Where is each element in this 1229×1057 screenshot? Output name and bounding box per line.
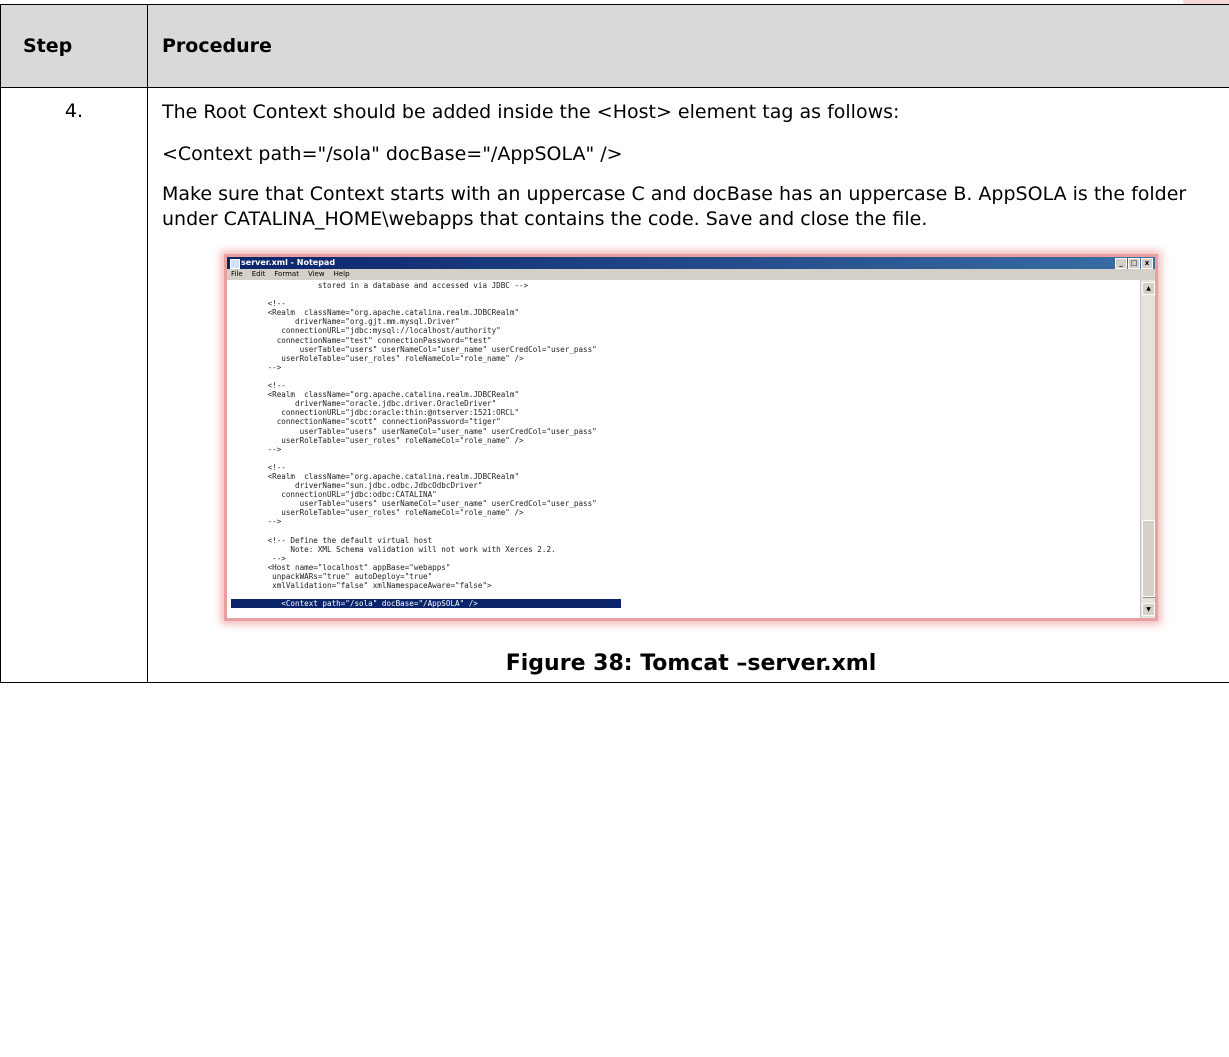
minimize-icon: _ bbox=[1115, 258, 1127, 269]
header-step: Step bbox=[0, 4, 148, 88]
window-controls: _ □ x bbox=[1115, 258, 1153, 269]
code-line: userRoleTable="user_roles" roleNameCol="… bbox=[231, 508, 524, 518]
menu-view: View bbox=[307, 270, 325, 278]
code-line: connectionName="scott" connectionPasswor… bbox=[231, 417, 501, 427]
procedure-note: Make sure that Context starts with an up… bbox=[162, 183, 1187, 230]
code-line: <!-- bbox=[231, 462, 286, 472]
menu-edit: Edit bbox=[251, 270, 266, 278]
code-line: stored in a database and accessed via JD… bbox=[231, 281, 529, 290]
figure: server.xml - Notepad _ □ x File Edit For… bbox=[224, 254, 1158, 676]
code-line: connectionURL="jdbc:mysql://localhost/au… bbox=[231, 326, 501, 336]
code-line: userTable="users" userNameCol="user_name… bbox=[231, 344, 597, 354]
code-line: driverName="org.gjt.mm.mysql.Driver" bbox=[231, 317, 460, 327]
scroll-down-arrow-icon: ▼ bbox=[1142, 603, 1155, 616]
code-line: <!-- bbox=[231, 299, 286, 309]
notepad-title: server.xml - Notepad bbox=[241, 258, 336, 267]
code-line: connectionURL="jdbc:odbc:CATALINA" bbox=[231, 490, 437, 500]
code-line: userRoleTable="user_roles" roleNameCol="… bbox=[231, 353, 524, 363]
menu-file: File bbox=[231, 270, 243, 278]
code-line: --> bbox=[231, 517, 282, 527]
code-line: userTable="users" userNameCol="user_name… bbox=[231, 499, 597, 509]
close-icon: x bbox=[1141, 258, 1153, 269]
notepad-titlebar: server.xml - Notepad _ □ x bbox=[227, 257, 1155, 269]
code-line: <Realm className="org.apache.catalina.re… bbox=[231, 471, 520, 481]
code-line: xmlValidation="false" xmlNamespaceAware=… bbox=[231, 581, 492, 591]
code-line: userTable="users" userNameCol="user_name… bbox=[231, 426, 597, 436]
code-line: <Host name="localhost" appBase="webapps" bbox=[231, 562, 451, 572]
procedure-table: Step Procedure 4. The Root Context shoul… bbox=[0, 4, 1229, 683]
scroll-thumb bbox=[1142, 520, 1155, 597]
code-line: driverName="oracle.jdbc.driver.OracleDri… bbox=[231, 399, 497, 409]
notepad-screenshot: server.xml - Notepad _ □ x File Edit For… bbox=[224, 254, 1158, 621]
code-line: connectionURL="jdbc:oracle:thin:@ntserve… bbox=[231, 408, 520, 418]
procedure-intro: The Root Context should be added inside … bbox=[162, 101, 900, 123]
code-line: connectionName="test" connectionPassword… bbox=[231, 335, 492, 345]
code-line: driverName="sun.jdbc.odbc.JdbcOdbcDriver… bbox=[231, 481, 483, 491]
code-line: <Realm className="org.apache.catalina.re… bbox=[231, 308, 520, 318]
code-line: <!-- Define the default virtual host bbox=[231, 535, 433, 545]
header-procedure: Procedure bbox=[147, 4, 1229, 88]
code-line: --> bbox=[231, 553, 286, 563]
step-number: 4. bbox=[0, 87, 148, 683]
code-line: <Realm className="org.apache.catalina.re… bbox=[231, 390, 520, 400]
scroll-up-arrow-icon: ▲ bbox=[1142, 282, 1155, 295]
notepad-editor: stored in a database and accessed via JD… bbox=[227, 280, 1141, 618]
figure-caption: Figure 38: Tomcat –server.xml bbox=[505, 651, 877, 676]
menu-format: Format bbox=[274, 270, 299, 278]
vertical-scrollbar: ▲ ▼ bbox=[1140, 280, 1155, 618]
context-code: <Context path="/sola" docBase="/AppSOLA"… bbox=[162, 143, 623, 165]
procedure-cell: The Root Context should be added inside … bbox=[147, 87, 1229, 683]
menu-help: Help bbox=[333, 270, 350, 278]
code-line: userRoleTable="user_roles" roleNameCol="… bbox=[231, 435, 524, 445]
xml-text: stored in a database and accessed via JD… bbox=[227, 280, 1141, 618]
maximize-icon: □ bbox=[1128, 258, 1140, 269]
table-header-row: Step Procedure bbox=[0, 4, 1229, 88]
code-line: --> bbox=[231, 362, 282, 372]
code-line: --> bbox=[231, 444, 282, 454]
notepad-app-icon bbox=[230, 259, 240, 269]
code-line: <!-- bbox=[231, 381, 286, 391]
code-line: Note: XML Schema validation will not wor… bbox=[231, 544, 556, 554]
table-row: 4. The Root Context should be added insi… bbox=[0, 87, 1229, 683]
code-line: <!-- Defines a cluster for this node, bbox=[231, 617, 446, 618]
code-line: unpackWARs="true" autoDeploy="true" bbox=[231, 572, 433, 581]
notepad-menubar: File Edit Format View Help bbox=[227, 269, 1155, 280]
highlighted-context-line: <Context path="/sola" docBase="/AppSOLA"… bbox=[231, 599, 621, 609]
